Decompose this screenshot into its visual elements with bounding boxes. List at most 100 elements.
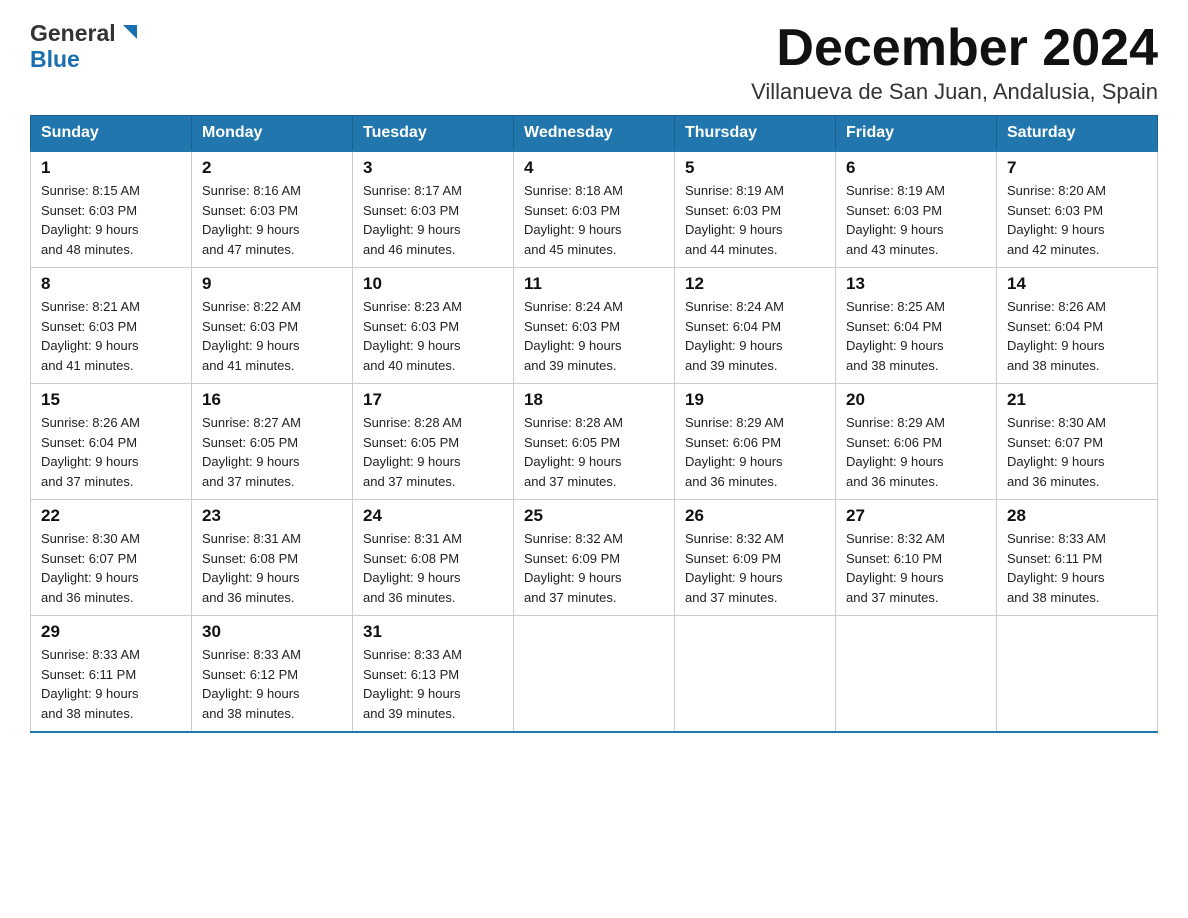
day-number: 1: [41, 158, 181, 178]
day-info: Sunrise: 8:26 AMSunset: 6:04 PMDaylight:…: [1007, 297, 1147, 375]
day-number: 6: [846, 158, 986, 178]
weekday-header-sunday: Sunday: [31, 116, 192, 152]
calendar-table: SundayMondayTuesdayWednesdayThursdayFrid…: [30, 115, 1158, 733]
day-info: Sunrise: 8:15 AMSunset: 6:03 PMDaylight:…: [41, 181, 181, 259]
day-number: 8: [41, 274, 181, 294]
calendar-cell: 28 Sunrise: 8:33 AMSunset: 6:11 PMDayligh…: [997, 500, 1158, 616]
day-number: 31: [363, 622, 503, 642]
weekday-header-wednesday: Wednesday: [514, 116, 675, 152]
calendar-cell: 6 Sunrise: 8:19 AMSunset: 6:03 PMDaylight…: [836, 151, 997, 268]
day-number: 15: [41, 390, 181, 410]
calendar-cell: 26Sunrise: 8:32 AMSunset: 6:09 PMDayligh…: [675, 500, 836, 616]
calendar-cell: 19 Sunrise: 8:29 AMSunset: 6:06 PMDayligh…: [675, 384, 836, 500]
day-info: Sunrise: 8:24 AMSunset: 6:04 PMDaylight:…: [685, 297, 825, 375]
day-info: Sunrise: 8:17 AMSunset: 6:03 PMDaylight:…: [363, 181, 503, 259]
calendar-cell: 22Sunrise: 8:30 AMSunset: 6:07 PMDayligh…: [31, 500, 192, 616]
day-info: Sunrise: 8:19 AMSunset: 6:03 PMDaylight:…: [846, 181, 986, 259]
day-info: Sunrise: 8:28 AMSunset: 6:05 PMDaylight:…: [363, 413, 503, 491]
calendar-cell: 3 Sunrise: 8:17 AMSunset: 6:03 PMDaylight…: [353, 151, 514, 268]
calendar-cell: [997, 616, 1158, 733]
day-info: Sunrise: 8:21 AMSunset: 6:03 PMDaylight:…: [41, 297, 181, 375]
calendar-cell: 9Sunrise: 8:22 AMSunset: 6:03 PMDaylight…: [192, 268, 353, 384]
logo: General Blue: [30, 20, 137, 73]
day-info: Sunrise: 8:22 AMSunset: 6:03 PMDaylight:…: [202, 297, 342, 375]
calendar-cell: 15Sunrise: 8:26 AMSunset: 6:04 PMDayligh…: [31, 384, 192, 500]
calendar-week-row: 15Sunrise: 8:26 AMSunset: 6:04 PMDayligh…: [31, 384, 1158, 500]
calendar-cell: 12Sunrise: 8:24 AMSunset: 6:04 PMDayligh…: [675, 268, 836, 384]
calendar-cell: [836, 616, 997, 733]
day-info: Sunrise: 8:23 AMSunset: 6:03 PMDaylight:…: [363, 297, 503, 375]
month-title: December 2024: [751, 20, 1158, 77]
title-block: December 2024 Villanueva de San Juan, An…: [751, 20, 1158, 105]
calendar-cell: 11 Sunrise: 8:24 AMSunset: 6:03 PMDayligh…: [514, 268, 675, 384]
day-number: 22: [41, 506, 181, 526]
weekday-header-tuesday: Tuesday: [353, 116, 514, 152]
calendar-cell: 29Sunrise: 8:33 AMSunset: 6:11 PMDayligh…: [31, 616, 192, 733]
calendar-week-row: 1 Sunrise: 8:15 AMSunset: 6:03 PMDaylight…: [31, 151, 1158, 268]
calendar-cell: 31Sunrise: 8:33 AMSunset: 6:13 PMDayligh…: [353, 616, 514, 733]
logo-general-text: General: [30, 20, 116, 46]
calendar-cell: 10 Sunrise: 8:23 AMSunset: 6:03 PMDayligh…: [353, 268, 514, 384]
day-info: Sunrise: 8:33 AMSunset: 6:11 PMDaylight:…: [41, 645, 181, 723]
calendar-cell: 2 Sunrise: 8:16 AMSunset: 6:03 PMDaylight…: [192, 151, 353, 268]
day-number: 24: [363, 506, 503, 526]
day-number: 28: [1007, 506, 1147, 526]
calendar-cell: 30Sunrise: 8:33 AMSunset: 6:12 PMDayligh…: [192, 616, 353, 733]
day-info: Sunrise: 8:27 AMSunset: 6:05 PMDaylight:…: [202, 413, 342, 491]
weekday-header-row: SundayMondayTuesdayWednesdayThursdayFrid…: [31, 116, 1158, 152]
calendar-cell: 25Sunrise: 8:32 AMSunset: 6:09 PMDayligh…: [514, 500, 675, 616]
day-number: 27: [846, 506, 986, 526]
calendar-cell: 5Sunrise: 8:19 AMSunset: 6:03 PMDaylight…: [675, 151, 836, 268]
day-number: 11: [524, 274, 664, 294]
day-info: Sunrise: 8:18 AMSunset: 6:03 PMDaylight:…: [524, 181, 664, 259]
logo-blue-text: Blue: [30, 46, 80, 72]
weekday-header-friday: Friday: [836, 116, 997, 152]
day-number: 21: [1007, 390, 1147, 410]
day-number: 23: [202, 506, 342, 526]
day-number: 20: [846, 390, 986, 410]
calendar-cell: 18Sunrise: 8:28 AMSunset: 6:05 PMDayligh…: [514, 384, 675, 500]
calendar-cell: 20 Sunrise: 8:29 AMSunset: 6:06 PMDayligh…: [836, 384, 997, 500]
calendar-cell: 14 Sunrise: 8:26 AMSunset: 6:04 PMDayligh…: [997, 268, 1158, 384]
day-info: Sunrise: 8:32 AMSunset: 6:09 PMDaylight:…: [524, 529, 664, 607]
weekday-header-saturday: Saturday: [997, 116, 1158, 152]
location-title: Villanueva de San Juan, Andalusia, Spain: [751, 79, 1158, 105]
day-number: 7: [1007, 158, 1147, 178]
day-number: 2: [202, 158, 342, 178]
day-info: Sunrise: 8:33 AMSunset: 6:11 PMDaylight:…: [1007, 529, 1147, 607]
day-number: 4: [524, 158, 664, 178]
calendar-cell: 13 Sunrise: 8:25 AMSunset: 6:04 PMDayligh…: [836, 268, 997, 384]
logo-arrow-icon: [119, 23, 137, 41]
calendar-week-row: 8 Sunrise: 8:21 AMSunset: 6:03 PMDaylight…: [31, 268, 1158, 384]
day-number: 16: [202, 390, 342, 410]
calendar-cell: 23 Sunrise: 8:31 AMSunset: 6:08 PMDayligh…: [192, 500, 353, 616]
weekday-header-thursday: Thursday: [675, 116, 836, 152]
day-number: 18: [524, 390, 664, 410]
day-number: 19: [685, 390, 825, 410]
calendar-cell: 16 Sunrise: 8:27 AMSunset: 6:05 PMDayligh…: [192, 384, 353, 500]
day-info: Sunrise: 8:16 AMSunset: 6:03 PMDaylight:…: [202, 181, 342, 259]
day-number: 17: [363, 390, 503, 410]
day-number: 10: [363, 274, 503, 294]
day-info: Sunrise: 8:25 AMSunset: 6:04 PMDaylight:…: [846, 297, 986, 375]
page-header: General Blue December 2024 Villanueva de…: [30, 20, 1158, 105]
calendar-cell: 4 Sunrise: 8:18 AMSunset: 6:03 PMDaylight…: [514, 151, 675, 268]
day-number: 13: [846, 274, 986, 294]
calendar-week-row: 22Sunrise: 8:30 AMSunset: 6:07 PMDayligh…: [31, 500, 1158, 616]
day-info: Sunrise: 8:32 AMSunset: 6:10 PMDaylight:…: [846, 529, 986, 607]
day-info: Sunrise: 8:31 AMSunset: 6:08 PMDaylight:…: [202, 529, 342, 607]
day-info: Sunrise: 8:29 AMSunset: 6:06 PMDaylight:…: [846, 413, 986, 491]
day-number: 3: [363, 158, 503, 178]
day-info: Sunrise: 8:29 AMSunset: 6:06 PMDaylight:…: [685, 413, 825, 491]
calendar-cell: 8 Sunrise: 8:21 AMSunset: 6:03 PMDaylight…: [31, 268, 192, 384]
day-info: Sunrise: 8:20 AMSunset: 6:03 PMDaylight:…: [1007, 181, 1147, 259]
calendar-cell: 21 Sunrise: 8:30 AMSunset: 6:07 PMDayligh…: [997, 384, 1158, 500]
calendar-cell: 17 Sunrise: 8:28 AMSunset: 6:05 PMDayligh…: [353, 384, 514, 500]
day-info: Sunrise: 8:24 AMSunset: 6:03 PMDaylight:…: [524, 297, 664, 375]
day-number: 26: [685, 506, 825, 526]
day-info: Sunrise: 8:19 AMSunset: 6:03 PMDaylight:…: [685, 181, 825, 259]
calendar-week-row: 29Sunrise: 8:33 AMSunset: 6:11 PMDayligh…: [31, 616, 1158, 733]
calendar-cell: 24Sunrise: 8:31 AMSunset: 6:08 PMDayligh…: [353, 500, 514, 616]
day-number: 14: [1007, 274, 1147, 294]
day-info: Sunrise: 8:30 AMSunset: 6:07 PMDaylight:…: [1007, 413, 1147, 491]
